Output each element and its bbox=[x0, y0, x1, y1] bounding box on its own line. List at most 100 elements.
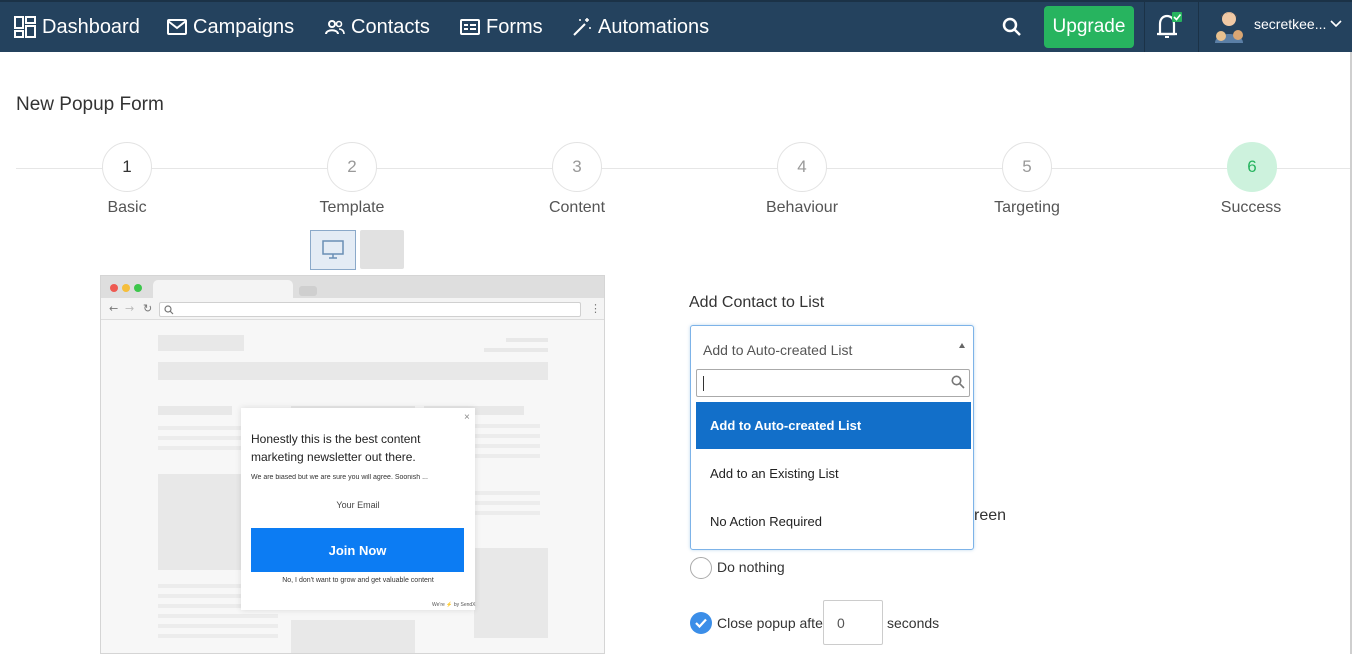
step-3-label: Content bbox=[548, 199, 606, 216]
placeholder-line bbox=[474, 491, 540, 495]
nav-divider bbox=[1144, 2, 1145, 52]
step-1-label: Basic bbox=[107, 199, 147, 216]
nav-automations-label: Automations bbox=[598, 15, 710, 38]
placeholder-line bbox=[474, 501, 540, 505]
browser-reload-icon: ↻ bbox=[143, 302, 153, 315]
close-popup-checkbox[interactable] bbox=[690, 612, 712, 634]
close-popup-label: Close popup after bbox=[717, 615, 828, 631]
desktop-view-toggle[interactable] bbox=[310, 230, 356, 270]
option-auto-created-list[interactable]: Add to Auto-created List bbox=[696, 402, 971, 449]
nav-contacts-label: Contacts bbox=[351, 15, 430, 38]
search-button[interactable] bbox=[1000, 14, 1024, 40]
step-2-label: Template bbox=[319, 199, 385, 216]
placeholder-block bbox=[506, 338, 548, 342]
seconds-label: seconds bbox=[887, 615, 940, 631]
envelope-icon bbox=[167, 19, 187, 35]
list-select-dropdown[interactable]: Add to Auto-created List Add to Auto-cre… bbox=[690, 325, 974, 550]
mobile-view-toggle[interactable] bbox=[360, 230, 404, 269]
upgrade-button[interactable]: Upgrade bbox=[1044, 6, 1134, 48]
url-search-icon bbox=[164, 305, 174, 315]
placeholder-image bbox=[291, 620, 415, 653]
placeholder-line bbox=[158, 624, 278, 628]
popup-email-field: Your Email bbox=[336, 500, 380, 510]
placeholder-block bbox=[484, 348, 548, 352]
form-icon bbox=[460, 19, 480, 35]
placeholder-line bbox=[474, 454, 540, 458]
popup-close-icon[interactable]: × bbox=[464, 412, 470, 423]
monitor-icon bbox=[322, 240, 344, 259]
do-nothing-radio[interactable] bbox=[690, 557, 712, 579]
placeholder-block bbox=[158, 406, 232, 415]
add-contact-list-label: Add Contact to List bbox=[689, 294, 825, 311]
caret-up-icon bbox=[959, 343, 965, 348]
browser-minimize-dot bbox=[122, 284, 130, 292]
step-1-circle[interactable]: 1 bbox=[102, 142, 152, 192]
step-5-label: Targeting bbox=[994, 199, 1060, 216]
nav-contacts[interactable]: Contacts bbox=[325, 2, 430, 52]
placeholder-image bbox=[158, 474, 244, 570]
text-cursor bbox=[703, 376, 704, 391]
top-navbar: Dashboard Campaigns Contacts Forms Autom… bbox=[0, 0, 1352, 52]
step-6-circle[interactable]: 6 bbox=[1227, 142, 1277, 192]
close-seconds-input[interactable]: 0 bbox=[823, 600, 883, 645]
page-title: New Popup Form bbox=[16, 94, 164, 115]
nav-campaigns-label: Campaigns bbox=[193, 15, 295, 38]
placeholder-block bbox=[158, 335, 244, 351]
checkmark-icon bbox=[695, 618, 707, 629]
chevron-down-icon bbox=[1330, 20, 1342, 28]
search-icon bbox=[1002, 17, 1021, 36]
browser-maximize-dot bbox=[134, 284, 142, 292]
stepper-track bbox=[16, 168, 1350, 169]
step-6-label: Success bbox=[1220, 199, 1282, 216]
nav-dashboard[interactable]: Dashboard bbox=[14, 2, 140, 52]
browser-url-bar bbox=[159, 302, 581, 317]
placeholder-line bbox=[474, 424, 540, 428]
user-avatar[interactable] bbox=[1212, 8, 1246, 44]
browser-menu-icon: ⋮ bbox=[590, 302, 601, 315]
popup-decline-link: No, I don't want to grow and get valuabl… bbox=[282, 577, 434, 584]
placeholder-image bbox=[474, 548, 548, 638]
bell-icon bbox=[1157, 12, 1182, 38]
placeholder-line bbox=[158, 446, 244, 450]
search-icon bbox=[951, 375, 965, 389]
magic-wand-icon bbox=[573, 18, 591, 36]
nav-divider bbox=[1198, 2, 1199, 52]
popup-preview: × Honestly this is the best content mark… bbox=[241, 408, 476, 610]
nav-campaigns[interactable]: Campaigns bbox=[167, 2, 294, 52]
dropdown-search-input[interactable] bbox=[696, 369, 970, 397]
popup-headline: Honestly this is the best content market… bbox=[251, 432, 421, 464]
step-2-circle[interactable]: 2 bbox=[327, 142, 377, 192]
notifications-button[interactable] bbox=[1152, 10, 1184, 42]
placeholder-line bbox=[474, 444, 540, 448]
step-4-circle[interactable]: 4 bbox=[777, 142, 827, 192]
browser-forward-icon: → bbox=[125, 302, 135, 315]
placeholder-nav bbox=[158, 362, 548, 380]
placeholder-line bbox=[158, 614, 278, 618]
nav-automations[interactable]: Automations bbox=[572, 2, 709, 52]
browser-back-icon: ← bbox=[109, 302, 119, 315]
step-4-label: Behaviour bbox=[765, 199, 839, 216]
nav-forms[interactable]: Forms bbox=[460, 2, 543, 52]
placeholder-line bbox=[158, 426, 244, 430]
list-select-value: Add to Auto-created List bbox=[703, 342, 853, 358]
option-existing-list[interactable]: Add to an Existing List bbox=[696, 450, 971, 497]
after-submit-heading: reen bbox=[974, 507, 1007, 524]
nav-dashboard-label: Dashboard bbox=[42, 15, 140, 38]
username-label: secretkee... bbox=[1254, 16, 1327, 32]
placeholder-line bbox=[474, 434, 540, 438]
placeholder-line bbox=[158, 436, 244, 440]
do-nothing-label: Do nothing bbox=[717, 559, 785, 575]
users-icon bbox=[325, 20, 345, 35]
nav-forms-label: Forms bbox=[486, 15, 543, 38]
user-menu[interactable]: secretkee... bbox=[1254, 16, 1343, 32]
step-3-circle[interactable]: 3 bbox=[552, 142, 602, 192]
step-5-circle[interactable]: 5 bbox=[1002, 142, 1052, 192]
popup-subtext: We are biased but we are sure you will a… bbox=[251, 474, 428, 481]
placeholder-line bbox=[474, 511, 540, 515]
browser-close-dot bbox=[110, 284, 118, 292]
popup-join-button: Join Now bbox=[251, 528, 464, 572]
option-no-action[interactable]: No Action Required bbox=[696, 498, 971, 545]
popup-branding-badge: We're ⚡ by SendX bbox=[432, 602, 476, 608]
browser-new-tab bbox=[299, 286, 317, 296]
avatar-icon bbox=[1215, 12, 1243, 43]
